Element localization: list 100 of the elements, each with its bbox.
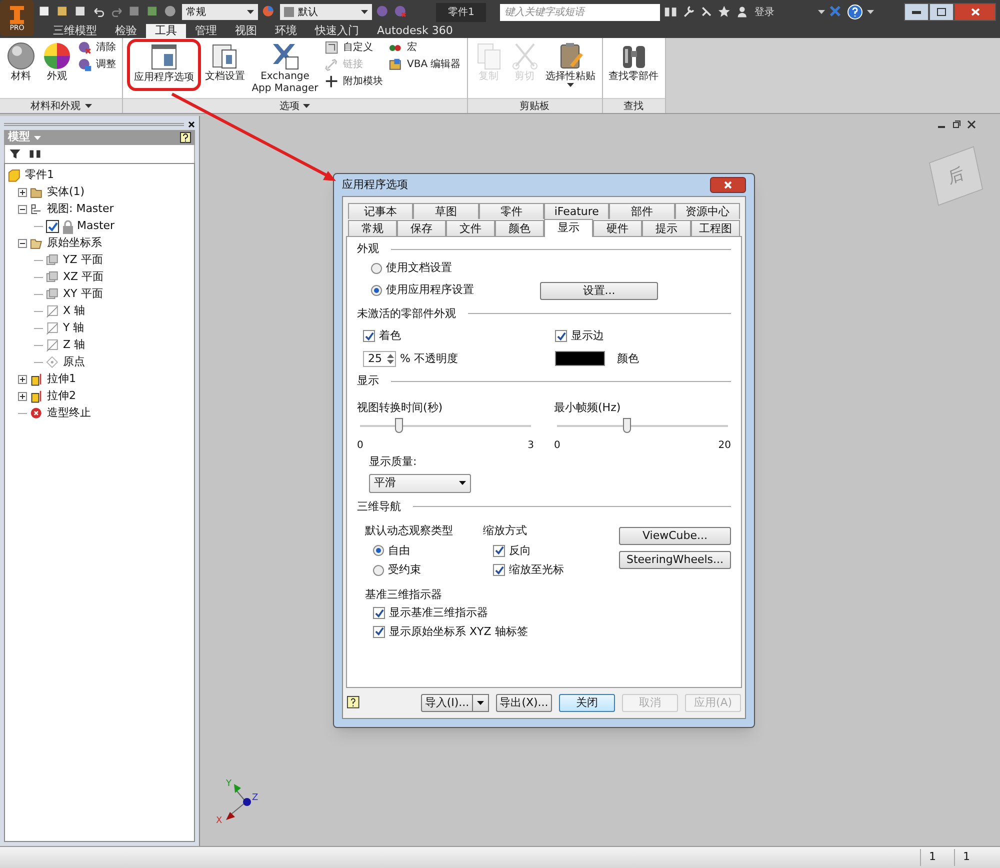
panel-title[interactable]: 材料和外观: [0, 98, 122, 113]
checkbox[interactable]: [373, 607, 385, 620]
ribbon-small-button[interactable]: 调整: [78, 58, 116, 72]
ribbon-button[interactable]: Exchange App Manager: [249, 41, 321, 98]
close-button[interactable]: [954, 3, 996, 21]
close-button[interactable]: [710, 177, 746, 193]
slider-label: 最小帧频(Hz): [554, 400, 622, 416]
dialog-tab[interactable]: 常规: [348, 220, 397, 236]
dialog-tab[interactable]: 硬件: [593, 220, 642, 236]
tree-item[interactable]: 拉伸1: [47, 371, 76, 388]
dialog-tab[interactable]: 记事本: [348, 203, 414, 219]
tree-item[interactable]: Z 轴: [63, 337, 86, 354]
expand-icon[interactable]: [18, 392, 27, 401]
tree-item[interactable]: Master: [77, 218, 115, 235]
appearance-dropdown[interactable]: 默认: [280, 4, 372, 20]
ribbon-tab[interactable]: 环境: [266, 24, 306, 38]
checkbox[interactable]: [493, 544, 506, 557]
tree-item[interactable]: Y 轴: [63, 320, 84, 337]
radio-button[interactable]: [373, 545, 384, 556]
status-cell: 1: [920, 849, 954, 866]
dialog-tab[interactable]: 保存: [397, 220, 446, 236]
ribbon-tab[interactable]: 检验: [106, 24, 146, 38]
ribbon-small-button[interactable]: 自定义: [325, 41, 383, 55]
dialog-tab[interactable]: 部件: [609, 203, 675, 219]
dialog-tab[interactable]: 工程图: [691, 220, 740, 236]
slider-thumb[interactable]: [395, 418, 404, 433]
checkmark-icon: [364, 332, 374, 341]
search-field[interactable]: 键入关键字或短语: [500, 4, 660, 20]
sign-in-button[interactable]: 登录: [754, 4, 814, 20]
dialog-tab[interactable]: 颜色: [495, 220, 544, 236]
minimize-button[interactable]: [904, 3, 929, 21]
expand-icon[interactable]: [18, 375, 27, 384]
button[interactable]: 导出(X)...: [496, 694, 552, 712]
style-dropdown[interactable]: 常规: [182, 4, 258, 20]
tree-item[interactable]: XY 平面: [63, 286, 103, 303]
maximize-button[interactable]: [929, 3, 954, 21]
tree-item[interactable]: X 轴: [63, 303, 86, 320]
dialog-tab[interactable]: 提示: [642, 220, 691, 236]
tree-item[interactable]: 原点: [63, 354, 85, 371]
tree-item[interactable]: XZ 平面: [63, 269, 104, 286]
dropdown-button[interactable]: [473, 694, 489, 712]
settings-button[interactable]: 设置...: [540, 282, 658, 300]
ribbon-tab[interactable]: 管理: [186, 24, 226, 38]
dialog-tab[interactable]: 资源中心: [674, 203, 740, 219]
panel-title[interactable]: 查找: [602, 98, 665, 113]
checkbox[interactable]: [46, 220, 59, 233]
ribbon-small-button[interactable]: 清除: [78, 41, 116, 55]
sphere-icon: [6, 41, 36, 71]
checkbox[interactable]: [363, 330, 375, 342]
checkbox[interactable]: [373, 626, 385, 638]
radio-button[interactable]: [373, 564, 384, 576]
dialog-tab[interactable]: 零件: [478, 203, 544, 219]
ribbon-tab[interactable]: Autodesk 360: [368, 24, 462, 38]
dialog-tab[interactable]: iFeature: [544, 203, 610, 219]
radio-button[interactable]: [371, 285, 382, 296]
dialog-tab[interactable]: 草图: [413, 203, 479, 219]
ribbon-button[interactable]: 外观: [40, 41, 74, 98]
panel-title[interactable]: 剪贴板: [468, 98, 602, 113]
expand-icon[interactable]: [18, 188, 27, 197]
ribbon-tab[interactable]: 三维模型: [44, 24, 106, 38]
axis-triad: X Y Z: [214, 778, 262, 828]
ribbon-button[interactable]: 选择性粘贴: [544, 41, 598, 98]
plane-icon: [46, 270, 60, 284]
ribbon-small-button[interactable]: 附加模块: [325, 75, 383, 89]
tree-item[interactable]: 造型终止: [47, 405, 91, 422]
dialog-tab[interactable]: 显示: [544, 219, 593, 237]
tree-item[interactable]: 原始坐标系: [47, 235, 102, 252]
checkbox[interactable]: [493, 564, 506, 576]
dialog-tab[interactable]: 文件: [446, 220, 495, 236]
ribbon-button[interactable]: 材料: [4, 41, 38, 98]
panel-title[interactable]: 选项: [123, 98, 467, 113]
collapse-icon[interactable]: [18, 239, 27, 248]
ribbon-tab[interactable]: 工具: [146, 24, 186, 38]
collapse-icon[interactable]: [18, 205, 27, 214]
radio-button[interactable]: [371, 263, 382, 274]
ribbon-tab[interactable]: 视图: [226, 24, 266, 38]
slider-thumb[interactable]: [623, 418, 632, 433]
button[interactable]: 关闭: [559, 694, 615, 712]
checkmark-icon: [494, 566, 504, 575]
tree-item[interactable]: YZ 平面: [63, 252, 103, 269]
close-icon: [970, 8, 980, 16]
tree-item[interactable]: 拉伸2: [47, 388, 76, 405]
ribbon-button[interactable]: 查找零部件: [606, 41, 661, 98]
number-spinner[interactable]: 25: [363, 350, 396, 367]
checkbox[interactable]: [555, 330, 567, 342]
button[interactable]: SteeringWheels...: [619, 551, 731, 569]
ribbon-small-button[interactable]: VBA 编辑器: [389, 58, 461, 72]
button[interactable]: 导入(I)...: [421, 694, 473, 712]
tree-item[interactable]: 实体(1): [47, 184, 85, 201]
ribbon-tab[interactable]: 快速入门: [306, 24, 368, 38]
ribbon-button[interactable]: 应用程序选项: [132, 42, 196, 84]
quality-dropdown[interactable]: 平滑: [369, 474, 471, 492]
color-swatch[interactable]: [555, 351, 605, 366]
close-icon: [188, 120, 195, 128]
button[interactable]: ViewCube...: [619, 527, 731, 545]
ribbon-small-button[interactable]: 宏: [389, 41, 461, 55]
tree-item[interactable]: 零件1: [25, 167, 54, 184]
ribbon-button[interactable]: 文档设置: [203, 41, 247, 98]
tree-item[interactable]: 视图: Master: [47, 201, 114, 218]
color-wheel-icon: [262, 5, 276, 19]
